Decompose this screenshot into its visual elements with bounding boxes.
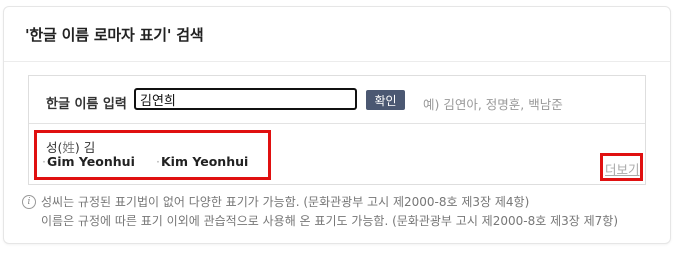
romanization-search-panel: '한글 이름 로마자 표기' 검색 한글 이름 입력 확인 예) 김연아, 정명… (3, 6, 671, 244)
panel-title: '한글 이름 로마자 표기' 검색 (25, 26, 204, 44)
search-row: 한글 이름 입력 확인 예) 김연아, 정명훈, 백남준 (29, 76, 645, 124)
romanization-item: Gim Yeonhui (42, 154, 135, 169)
surname-hanja: 姓 (62, 140, 75, 155)
note-surname: 성씨는 규정된 표기법이 없어 다양한 표기가 가능함. (문화관광부 고시 제… (41, 195, 530, 209)
search-box: 한글 이름 입력 확인 예) 김연아, 정명훈, 백남준 성(姓) 김 Gim … (28, 75, 646, 185)
surname-prefix: 성( (46, 140, 63, 155)
title-divider (4, 61, 670, 62)
info-icon: i (22, 195, 36, 209)
surname-suffix: ) 김 (74, 140, 96, 155)
note-given-name: 이름은 규정에 따른 표기 이외에 관습적으로 사용해 온 표기도 가능함. (… (41, 214, 618, 228)
confirm-button[interactable]: 확인 (366, 90, 405, 110)
romanization-item: Kim Yeonhui (156, 154, 248, 169)
name-input-label: 한글 이름 입력 (46, 97, 127, 112)
more-highlight: 더보기 (600, 153, 643, 181)
more-link[interactable]: 더보기 (605, 159, 640, 178)
example-text: 예) 김연아, 정명훈, 백남준 (423, 97, 563, 112)
result-highlight: 성(姓) 김 Gim Yeonhui Kim Yeonhui (34, 130, 271, 180)
name-input[interactable] (134, 88, 357, 110)
